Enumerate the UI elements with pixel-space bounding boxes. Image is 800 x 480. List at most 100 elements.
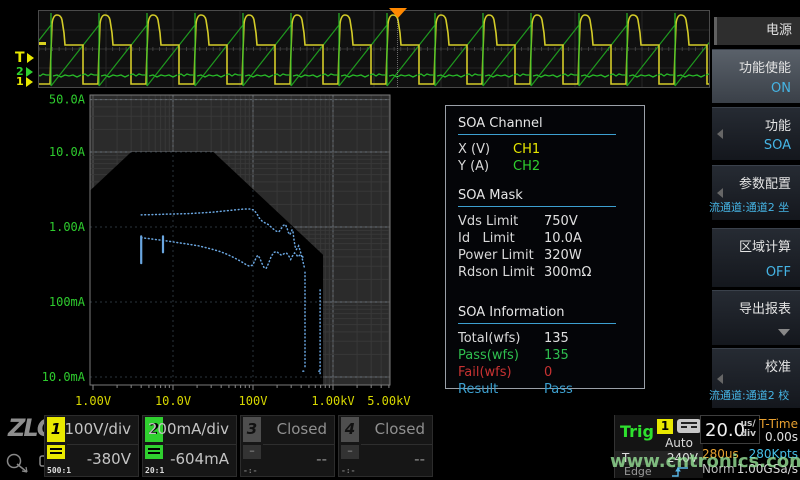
menu-item-subtitle: 流通道:通道2 坐: [709, 199, 789, 215]
channel-offset: --: [316, 450, 327, 468]
sidebar-item-calibration[interactable]: 校准流通道:通道2 校: [712, 348, 800, 408]
trigger-mode: Auto: [655, 436, 703, 450]
timebase-unit-top: us/: [741, 419, 756, 429]
panel-row-value: CH2: [513, 158, 540, 175]
channel-offset: -604mA: [170, 450, 229, 468]
trigger-position-line: [397, 19, 398, 87]
panel-row-value: 750V: [544, 213, 578, 230]
panel-row-label: Rdson Limit: [458, 264, 544, 281]
t-time-label: T-Time: [759, 417, 798, 431]
panel-row-value: CH1: [513, 141, 540, 158]
sidebar-item-function[interactable]: 功能SOA: [712, 107, 800, 160]
menu-item-title: 功能使能: [712, 50, 800, 76]
panel-section: SOA Mask Vds Limit750VId Limit10.0APower …: [458, 184, 644, 281]
panel-row: Power Limit320W: [458, 247, 644, 264]
x-axis-tick: 1.00V: [75, 394, 111, 408]
panel-row-value: 10.0A: [544, 230, 582, 247]
menu-item-subtitle: 流通道:通道2 校: [709, 387, 789, 403]
sidebar-item-function-enable[interactable]: 功能使能 ON: [712, 49, 800, 103]
timebase-unit: us/ div: [741, 419, 756, 439]
panel-row-value: 320W: [544, 247, 582, 264]
coupling-icon: –: [341, 445, 359, 459]
ch1-position-marker[interactable]: 1: [16, 76, 33, 87]
panel-row: Rdson Limit300mΩ: [458, 264, 644, 281]
panel-row: Fail(wfs)0: [458, 364, 644, 381]
right-arrow-icon: [27, 53, 34, 63]
sidebar-item-area-calc[interactable]: 区域计算 OFF: [712, 228, 800, 287]
panel-row-label: Y (A): [458, 158, 513, 175]
channel-scale: 200mA/div: [148, 420, 229, 438]
panel-row-label: Vds Limit: [458, 213, 544, 230]
panel-row-label: Power Limit: [458, 247, 544, 264]
x-axis-tick: 100V: [239, 394, 268, 408]
coupling-icon: [145, 445, 163, 459]
channel-scale: Closed: [375, 420, 425, 438]
panel-row-label: Id Limit: [458, 230, 544, 247]
channel-offset: --: [414, 450, 425, 468]
panel-row-value: 0: [544, 364, 552, 381]
panel-section: SOA InformationTotal(wfs)135Pass(wfs)135…: [458, 301, 644, 398]
menu-item-title: 校准: [712, 349, 800, 375]
channel-block-3[interactable]: 3–-:-Closed--: [240, 415, 335, 477]
channel-badge: 1: [47, 417, 65, 442]
chevron-left-icon: [717, 188, 723, 198]
panel-row: Id Limit10.0A: [458, 230, 644, 247]
channel-block-4[interactable]: 4–-:-Closed--: [338, 415, 433, 477]
panel-row-value: 135: [544, 347, 569, 364]
timebase-scale-value: 20.0: [705, 420, 745, 441]
timebase-unit-bottom: div: [741, 429, 756, 439]
trigger-position-marker[interactable]: [389, 8, 407, 18]
menu-item-value: ON: [771, 81, 791, 96]
panel-row-label: X (V): [458, 141, 513, 158]
trigger-level-marker[interactable]: T: [15, 51, 34, 65]
chevron-left-icon: [717, 129, 723, 139]
sidebar-item-export-report[interactable]: 导出报表: [712, 290, 800, 345]
section-title: SOA Mask: [458, 184, 644, 206]
y-axis-tick: 50.0A: [49, 93, 86, 107]
panel-row: X (V)CH1: [458, 141, 644, 158]
chevron-left-icon: [717, 374, 723, 384]
section-underline: [458, 323, 616, 324]
t-time-value: 0.00s: [765, 430, 798, 444]
menu-item-title: 参数配置: [712, 166, 800, 192]
ch1-reference-tick: [39, 42, 46, 45]
soa-chart: 50.0A10.0A1.00A100mA10.0mA1.00V10.0V100V…: [38, 92, 420, 412]
sidebar-item-power[interactable]: 电源: [714, 17, 800, 45]
y-axis-tick: 1.00A: [49, 220, 86, 234]
knob-icon: [8, 455, 28, 473]
panel-row: ResultPass: [458, 381, 644, 398]
panel-row-value: 135: [544, 330, 569, 347]
section-underline: [458, 206, 616, 207]
probe-ratio: -:-: [341, 466, 355, 475]
trigger-marker-label: T: [15, 51, 25, 65]
sidebar-item-param-config[interactable]: 参数配置流通道:通道2 坐: [712, 165, 800, 220]
waveform-strip[interactable]: [38, 10, 710, 88]
timebase-scale-box[interactable]: 20.0 us/ div: [700, 415, 760, 444]
right-arrow-icon: [26, 67, 33, 77]
panel-row-label: Total(wfs): [458, 330, 544, 347]
channel-badge: 3: [243, 417, 261, 442]
channel-scale: 100V/div: [64, 420, 131, 438]
menu-sidebar: 电源 功能使能ON功能SOA参数配置流通道:通道2 坐区域计算OFF导出报表校准…: [712, 0, 800, 412]
panel-row-value: 300mΩ: [544, 264, 591, 281]
menu-item-value: OFF: [766, 265, 791, 280]
right-arrow-icon: [26, 77, 33, 87]
menu-item-title: 区域计算: [712, 229, 800, 255]
trigger-label: Trig: [620, 422, 654, 441]
panel-row-label: Result: [458, 381, 544, 398]
chevron-down-icon: [778, 329, 790, 336]
panel-section: SOA ChannelX (V)CH1Y (A)CH2: [458, 112, 644, 175]
section-underline: [458, 134, 616, 135]
x-axis-tick: 10.0V: [155, 394, 191, 408]
panel-row: Pass(wfs)135: [458, 347, 644, 364]
panel-row: Vds Limit750V: [458, 213, 644, 230]
panel-row: Total(wfs)135: [458, 330, 644, 347]
oscilloscope-screen: T 2 1 50.0A10.0A1.00A100mA10.0mA1.00V10.…: [0, 0, 800, 480]
ch1-marker-label: 1: [16, 76, 24, 87]
probe-ratio: 500:1: [47, 466, 71, 475]
menu-item-title: 导出报表: [712, 291, 800, 317]
trigger-coupling-icon: [677, 419, 701, 433]
channel-block-1[interactable]: 1500:1100V/div-380V: [44, 415, 139, 477]
channel-block-2[interactable]: 220:1200mA/div-604mA: [142, 415, 237, 477]
panel-row-label: Fail(wfs): [458, 364, 544, 381]
